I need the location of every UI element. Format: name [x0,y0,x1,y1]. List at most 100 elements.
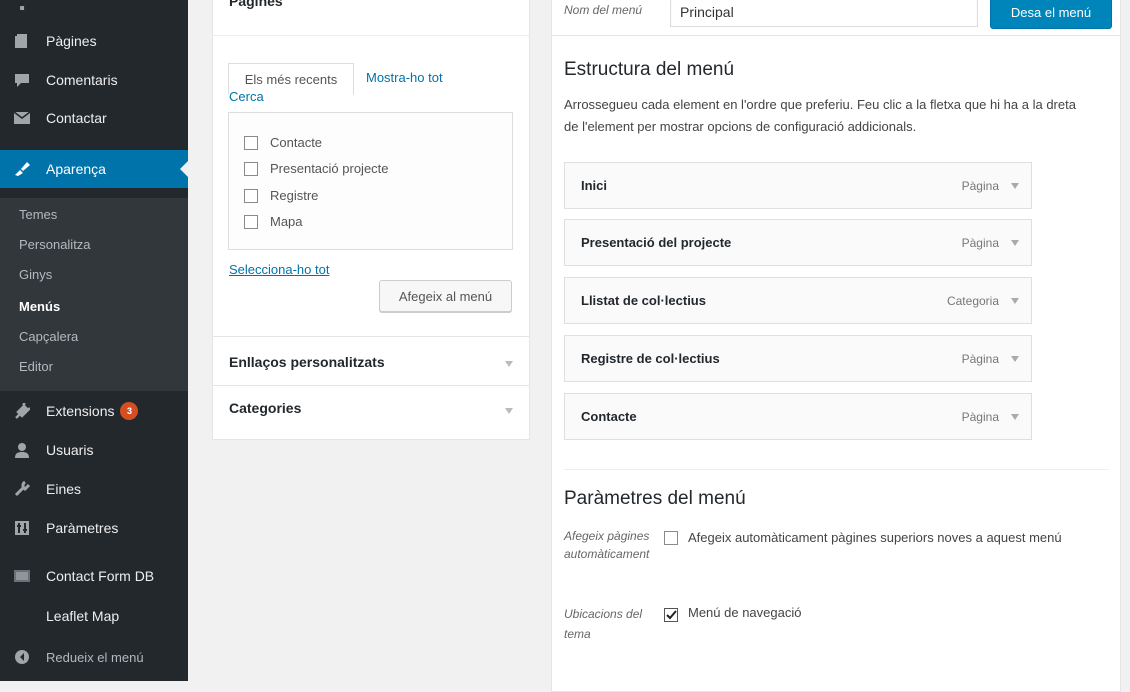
pages-section-body: Els més recents Mostra-ho tot Cerca Cont… [213,36,529,336]
sidebar-item-label: Contact Form DB [46,568,155,584]
settings-icon [12,518,32,538]
pages-section-title[interactable]: Pàgines [229,0,283,9]
categories-title: Categories [229,400,302,416]
sidebar-item-comments[interactable]: Comentaris [0,61,188,99]
menu-item-type: Pàgina [961,179,999,193]
sidebar-item-label: Contactar [46,110,107,126]
appearance-icon [12,159,32,179]
menu-item-type: Pàgina [961,236,999,250]
tab-label: Els més recents [244,71,338,87]
sidebar-item-tools[interactable]: Eines [0,470,188,508]
sidebar-item-users[interactable]: Usuaris [0,431,188,469]
list-item[interactable]: Registre [244,188,318,203]
page-label: Registre [270,188,319,203]
list-item[interactable]: Contacte [244,135,322,150]
menu-item-title: Inici [581,178,608,193]
menu-item-type: Categoria [946,294,999,308]
mail-icon [12,108,32,128]
admin-sidebar: ▪ Pàgines Comentaris Contactar Aparença … [0,0,188,681]
sidebar-item-plugins[interactable]: Extensions 3 [0,392,188,430]
sidebar-item-label: Comentaris [46,72,118,88]
checkmark-icon [666,610,677,620]
page-checkbox[interactable] [244,214,258,229]
menu-item[interactable]: Presentació del projecte Pàgina [564,219,1032,266]
sidebar-item-appearance[interactable]: Aparença [0,150,188,188]
sidebar-item-label: Usuaris [46,442,94,458]
expand-arrow-icon[interactable] [1011,183,1019,189]
sidebar-item-label: Paràmetres [46,520,119,536]
page-label: Mapa [270,214,303,229]
collapse-label: Redueix el menú [46,649,144,665]
sidebar-item-pages[interactable]: Pàgines [0,22,188,60]
sidebar-item-label: Pàgines [46,33,97,49]
users-icon [12,440,32,460]
sidebar-item-label: Extensions [46,403,115,419]
expand-arrow-icon [505,361,513,367]
page-checkbox[interactable] [244,188,258,203]
menu-name-input[interactable]: Principal [670,0,978,27]
sidebar-item-label: Eines [46,481,82,497]
menu-name-value: Principal [680,4,734,20]
menu-settings-title: Paràmetres del menú [564,488,746,509]
tab-view-all[interactable]: Mostra-ho tot [366,70,443,85]
button-label: Afegeix al menú [398,288,493,304]
page-label: Presentació projecte [270,161,389,176]
submenu-item-header[interactable]: Capçalera [19,329,78,344]
collapse-arrow-icon [12,647,32,667]
menu-item-title: Contacte [581,409,637,424]
menu-item[interactable]: Registre de col·lectius Pàgina [564,335,1032,382]
sidebar-item-leaflet-map[interactable]: Leaflet Map [0,597,188,635]
expand-arrow-icon[interactable] [1011,356,1019,362]
page-checkbox[interactable] [244,161,258,176]
save-menu-button[interactable]: Desa el menú [990,0,1112,29]
expand-arrow-icon [505,408,513,414]
location-option-label[interactable]: Menú de navegació [688,605,801,620]
update-count-badge: 3 [120,402,139,420]
tab-search[interactable]: Cerca [229,89,264,104]
menu-item-title: Llistat de col·lectius [581,293,706,308]
list-item[interactable]: Presentació projecte [244,161,389,176]
select-all-link[interactable]: Selecciona-ho tot [229,262,329,277]
menu-item-type: Pàgina [961,352,999,366]
pages-checklist: Contacte Presentació projecte Registre M… [228,112,513,250]
submenu-item-widgets[interactable]: Ginys [19,267,52,282]
menu-item[interactable]: Contacte Pàgina [564,393,1032,440]
database-icon [12,566,32,586]
expand-arrow-icon[interactable] [1011,414,1019,420]
auto-add-label: Afegeix pàgines automàticament [564,529,650,561]
submenu-item-themes[interactable]: Temes [19,207,57,222]
submenu-item-customize[interactable]: Personalitza [19,237,91,252]
menu-structure-description: Arrossegueu cada element en l'ordre que … [564,97,1076,134]
menu-item[interactable]: Llistat de col·lectius Categoria [564,277,1032,324]
auto-add-option-label[interactable]: Afegeix automàticament pàgines superiors… [688,528,1098,548]
menu-name-label: Nom del menú [564,3,643,17]
sidebar-item-settings[interactable]: Paràmetres [0,509,188,547]
add-to-menu-button[interactable]: Afegeix al menú [379,280,512,312]
menu-item[interactable]: Inici Pàgina [564,162,1032,209]
auto-add-checkbox[interactable] [664,531,678,545]
sidebar-item-contact[interactable]: Contactar [0,99,188,137]
menu-item-title: Presentació del projecte [581,235,732,250]
custom-links-section[interactable]: Enllaços personalitzats [213,337,529,385]
divider [564,469,1109,470]
pages-icon [12,31,32,51]
tools-icon [12,479,32,499]
list-item[interactable]: Mapa [244,214,303,229]
collapse-menu-button[interactable]: Redueix el menú [0,638,188,676]
expand-arrow-icon[interactable] [1011,240,1019,246]
menu-item-title: Registre de col·lectius [581,351,720,366]
sidebar-item-contact-form-db[interactable]: Contact Form DB [0,557,188,595]
page-checkbox[interactable] [244,135,258,150]
sidebar-item-label: Leaflet Map [46,608,120,624]
categories-section[interactable]: Categories [213,386,529,438]
menu-structure-title: Estructura del menú [564,59,735,80]
location-checkbox[interactable] [664,608,678,622]
page-label: Contacte [270,135,323,150]
menu-item-type: Pàgina [961,410,999,424]
submenu-item-menus[interactable]: Menús [19,299,60,314]
custom-links-title: Enllaços personalitzats [229,354,385,370]
plugins-icon [12,401,32,421]
dashboard-icon: ▪ [19,0,25,17]
expand-arrow-icon[interactable] [1011,298,1019,304]
submenu-item-editor[interactable]: Editor [19,359,53,374]
